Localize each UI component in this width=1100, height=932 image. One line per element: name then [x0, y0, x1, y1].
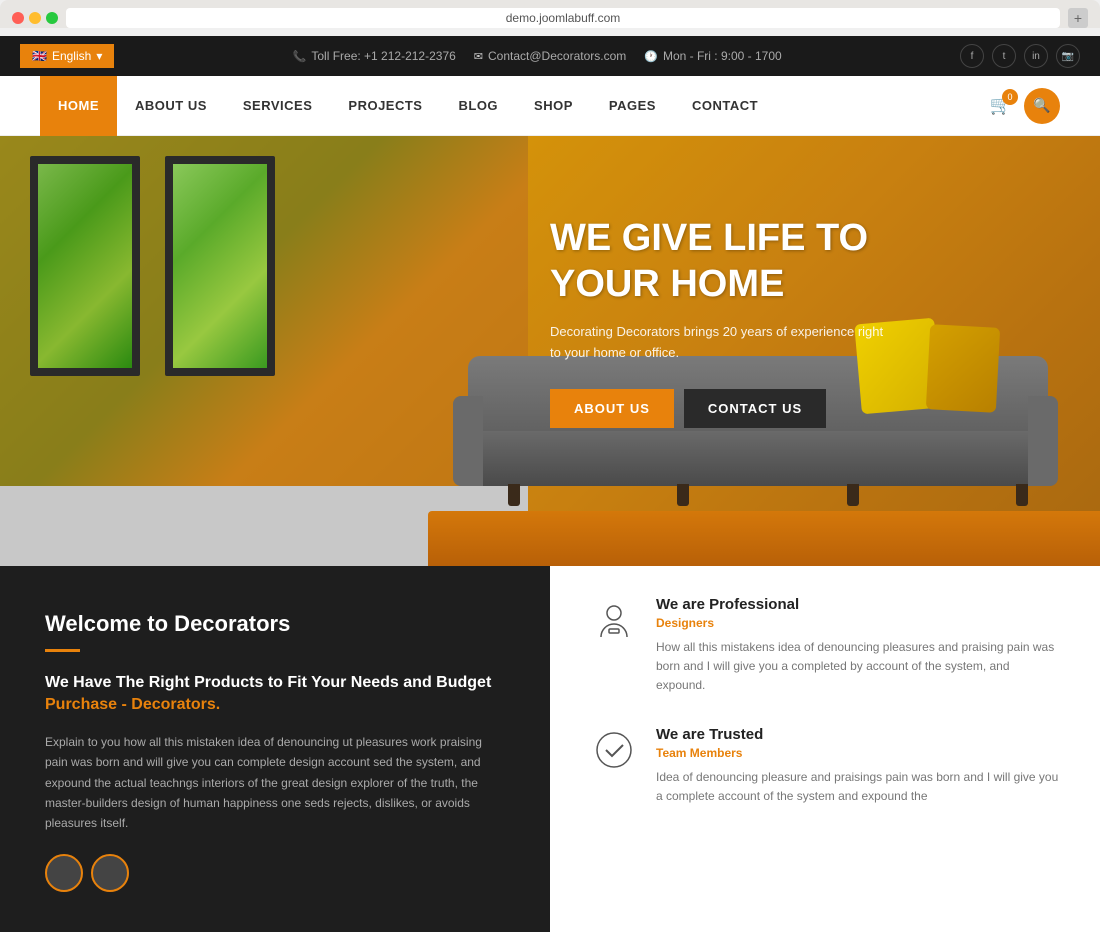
feature-trusted-desc: Idea of denouncing pleasure and praising…: [656, 768, 1060, 806]
linkedin-icon[interactable]: in: [1024, 44, 1048, 68]
nav-item-projects[interactable]: PROJECTS: [330, 76, 440, 136]
feature-trusted-subtitle: Team Members: [656, 746, 1060, 760]
feature-trusted: We are Trusted Team Members Idea of deno…: [590, 726, 1060, 806]
window-right: [165, 156, 275, 376]
hero-content: WE GIVE LIFE TO YOUR HOME Decorating Dec…: [550, 216, 1070, 428]
address-bar[interactable]: demo.joomlabuff.com: [66, 8, 1060, 28]
feature-professional-text: We are Professional Designers How all th…: [656, 596, 1060, 696]
nav-item-home[interactable]: HOME: [40, 76, 117, 136]
nav-item-pages[interactable]: PAGES: [591, 76, 674, 136]
rug: [428, 511, 1100, 566]
hero-room-left: [0, 136, 528, 566]
nav-item-shop[interactable]: SHOP: [516, 76, 591, 136]
trusted-icon: [590, 726, 638, 774]
feature-trusted-title: We are Trusted: [656, 726, 1060, 743]
sofa-legs: [508, 484, 1028, 506]
welcome-subtitle: We Have The Right Products to Fit Your N…: [45, 672, 505, 717]
nav-item-about[interactable]: ABOUT US: [117, 76, 225, 136]
top-info: 📞 Toll Free: +1 212-212-2376 ✉ Contact@D…: [293, 49, 782, 63]
clock-icon: 🕐: [644, 50, 658, 63]
welcome-left-panel: Welcome to Decorators We Have The Right …: [0, 566, 550, 932]
twitter-icon[interactable]: t: [992, 44, 1016, 68]
feature-trusted-text: We are Trusted Team Members Idea of deno…: [656, 726, 1060, 806]
language-selector[interactable]: 🇬🇧 English ▾: [20, 44, 114, 68]
social-links: f t in 📷: [960, 44, 1080, 68]
feature-professional-desc: How all this mistakens idea of denouncin…: [656, 638, 1060, 696]
nav-item-services[interactable]: SERVICES: [225, 76, 331, 136]
welcome-title: Welcome to Decorators: [45, 611, 505, 637]
sofa-seat: [478, 431, 1038, 486]
minimize-icon[interactable]: [29, 12, 41, 24]
email-icon: ✉: [474, 50, 483, 63]
nav-links: HOME ABOUT US SERVICES PROJECTS BLOG SHO…: [40, 76, 776, 136]
hero-section: WE GIVE LIFE TO YOUR HOME Decorating Dec…: [0, 136, 1100, 566]
hero-buttons: ABOUT US CONTACT US: [550, 389, 1070, 428]
hero-title: WE GIVE LIFE TO YOUR HOME: [550, 216, 1070, 307]
navigation: HOME ABOUT US SERVICES PROJECTS BLOG SHO…: [0, 76, 1100, 136]
flag-icon: 🇬🇧: [32, 49, 47, 63]
welcome-body: Explain to you how all this mistaken ide…: [45, 732, 505, 834]
feature-professional-subtitle: Designers: [656, 616, 1060, 630]
nav-actions: 🛒 0 🔍: [990, 88, 1060, 124]
avatar-2: [91, 854, 129, 892]
facebook-icon[interactable]: f: [960, 44, 984, 68]
browser-window: demo.joomlabuff.com + 🇬🇧 English ▾ 📞 Tol…: [0, 0, 1100, 932]
window-controls: [12, 12, 58, 24]
search-button[interactable]: 🔍: [1024, 88, 1060, 124]
phone-info: 📞 Toll Free: +1 212-212-2376: [293, 49, 456, 63]
phone-icon: 📞: [293, 50, 307, 63]
avatar-1: [45, 854, 83, 892]
hours-text: Mon - Fri : 9:00 - 1700: [663, 49, 782, 63]
close-icon[interactable]: [12, 12, 24, 24]
hours-info: 🕐 Mon - Fri : 9:00 - 1700: [644, 49, 781, 63]
professional-icon: [590, 596, 638, 644]
feature-professional: We are Professional Designers How all th…: [590, 596, 1060, 696]
welcome-section: Welcome to Decorators We Have The Right …: [0, 566, 1100, 932]
maximize-icon[interactable]: [46, 12, 58, 24]
chevron-down-icon: ▾: [96, 49, 102, 63]
cart-badge: 0: [1002, 89, 1018, 105]
cart-button[interactable]: 🛒 0: [990, 95, 1012, 116]
phone-text: Toll Free: +1 212-212-2376: [311, 49, 455, 63]
hero-subtitle: Decorating Decorators brings 20 years of…: [550, 322, 890, 364]
email-info: ✉ Contact@Decorators.com: [474, 49, 626, 63]
email-text: Contact@Decorators.com: [488, 49, 626, 63]
window-left: [30, 156, 140, 376]
welcome-divider: [45, 649, 80, 652]
about-us-button[interactable]: ABOUT US: [550, 389, 674, 428]
nav-item-contact[interactable]: CONTACT: [674, 76, 776, 136]
nav-item-blog[interactable]: BLOG: [440, 76, 516, 136]
welcome-link[interactable]: Purchase - Decorators.: [45, 696, 220, 713]
top-bar: 🇬🇧 English ▾ 📞 Toll Free: +1 212-212-237…: [0, 36, 1100, 76]
instagram-icon[interactable]: 📷: [1056, 44, 1080, 68]
contact-us-button[interactable]: CONTACT US: [684, 389, 826, 428]
avatar-row: [45, 854, 505, 892]
welcome-right-panel: We are Professional Designers How all th…: [550, 566, 1100, 932]
language-label: English: [52, 49, 91, 63]
feature-professional-title: We are Professional: [656, 596, 1060, 613]
sofa-arm-left: [453, 396, 483, 486]
new-tab-button[interactable]: +: [1068, 8, 1088, 28]
